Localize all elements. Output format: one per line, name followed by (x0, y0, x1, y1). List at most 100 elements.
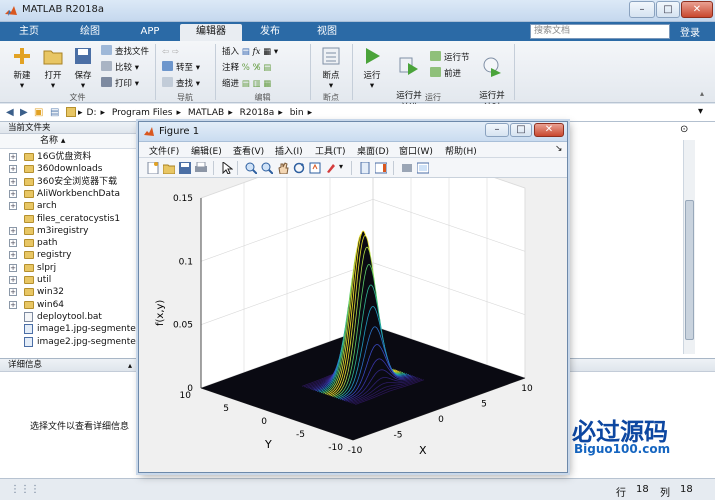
expand-icon[interactable]: + (9, 189, 17, 198)
print-button[interactable]: 打印 ▾ (101, 77, 139, 91)
menu-desktop[interactable]: 桌面(D) (357, 144, 389, 157)
menu-edit[interactable]: 编辑(E) (191, 144, 222, 157)
scrollbar[interactable] (683, 140, 695, 354)
plot-area[interactable]: 0 0.05 0.1 0.15 -10 -5 0 5 10 -10 -5 0 5 10 f(x,y) X … (139, 135, 567, 472)
colorbar-icon[interactable] (375, 162, 387, 174)
new-figure-icon[interactable] (147, 162, 159, 174)
zoom-out-icon[interactable] (261, 162, 273, 174)
list-item[interactable]: +360downloads (0, 163, 140, 175)
list-item[interactable]: + slprj (0, 262, 140, 274)
goto-button[interactable]: 转至 ▾ (162, 61, 200, 75)
fx-icon[interactable]: fx (252, 47, 260, 57)
menu-file[interactable]: 文件(F) (149, 144, 179, 157)
data-cursor-icon[interactable] (309, 162, 321, 174)
list-item[interactable]: + win64 (0, 299, 140, 311)
expand-icon[interactable]: + (9, 300, 17, 309)
pointer-icon[interactable] (221, 162, 233, 174)
search-input[interactable]: 搜索文档 (530, 24, 670, 39)
tab-apps[interactable]: APP (130, 24, 170, 41)
figure-close-button[interactable]: ✕ (534, 123, 564, 137)
print-figure-icon[interactable] (195, 162, 207, 174)
menu-view[interactable]: 查看(V) (233, 144, 264, 157)
run-button[interactable]: 运行 ▾ (356, 45, 388, 91)
brush-icon[interactable] (325, 162, 337, 174)
tab-view[interactable]: 视图 (306, 24, 348, 41)
expand-icon[interactable]: + (9, 226, 17, 235)
insert-more-icon[interactable]: ▦ ▾ (263, 47, 278, 57)
details-collapse-icon[interactable]: ▴ (128, 361, 132, 370)
rotate-3d-icon[interactable] (293, 162, 305, 174)
path-bin[interactable]: bin (290, 108, 304, 118)
path-dropdown-icon[interactable]: ▾ (698, 106, 703, 117)
insert-button[interactable]: 插入 ▤ fx ▦ ▾ (222, 45, 278, 59)
scrollbar-thumb[interactable] (685, 200, 694, 340)
expand-icon[interactable]: + (9, 239, 17, 248)
list-item[interactable]: + arch (0, 200, 140, 212)
list-item[interactable]: files_ceratocystis1 (0, 213, 140, 225)
up-folder-icon[interactable]: ▣ (34, 107, 43, 118)
back-icon[interactable]: ◀ (6, 107, 14, 118)
link-plot-icon[interactable] (359, 162, 371, 174)
run-section-button[interactable]: 运行节 (430, 51, 470, 65)
close-button[interactable]: ✕ (681, 1, 713, 18)
list-item[interactable]: + m3iregistry (0, 225, 140, 237)
list-item[interactable]: + win32 (0, 286, 140, 298)
tab-plots[interactable]: 绘图 (70, 24, 110, 41)
compare-button[interactable]: 比较 ▾ (101, 61, 139, 75)
comment-button[interactable]: 注释 % %̸ ▤ (222, 61, 271, 75)
surface-plot[interactable]: 00.050.10.15-10-50510-10-50510 f(x,y) X … (139, 135, 567, 472)
menu-insert[interactable]: 插入(I) (275, 144, 303, 157)
menu-window[interactable]: 窗口(W) (399, 144, 433, 157)
find-files-button[interactable]: 查找文件 (101, 45, 149, 59)
tab-publish[interactable]: 发布 (250, 24, 290, 41)
panel-menu-icon[interactable]: ⊙ (680, 124, 688, 135)
path-matlab[interactable]: MATLAB (188, 108, 224, 118)
tab-home[interactable]: 主页 (10, 24, 48, 41)
path-program-files[interactable]: Program Files (112, 108, 173, 118)
legend-icon[interactable] (401, 162, 413, 174)
menu-dock-icon[interactable]: ↘ (555, 144, 563, 154)
advance-button[interactable]: 前进 (430, 67, 461, 81)
forward-icon[interactable]: ▶ (20, 107, 28, 118)
browse-folder-icon[interactable]: ▤ (50, 107, 59, 118)
path-drive[interactable]: D: (87, 108, 97, 118)
path-breadcrumb[interactable]: ▸ D: ▸ Program Files ▸ MATLAB ▸ R2018a ▸ bin ▸ (78, 106, 713, 120)
login-button[interactable]: 登录 (680, 24, 700, 39)
menu-help[interactable]: 帮助(H) (445, 144, 477, 157)
list-item[interactable]: +16G优盘资料 (0, 151, 140, 163)
maximize-button[interactable]: □ (656, 1, 680, 18)
minimize-button[interactable]: – (629, 1, 655, 18)
collapse-ribbon-icon[interactable]: ▴ (700, 89, 704, 98)
figure-maximize-button[interactable]: □ (510, 123, 532, 137)
property-editor-icon[interactable] (417, 162, 429, 174)
list-item[interactable]: + AliWorkbenchData (0, 188, 140, 200)
list-item[interactable]: + path (0, 237, 140, 249)
list-item[interactable]: image1.jpg-segmente... (0, 323, 144, 335)
expand-icon[interactable]: + (9, 263, 17, 272)
expand-icon[interactable]: + (9, 288, 17, 297)
expand-icon[interactable]: + (9, 202, 17, 211)
save-button[interactable]: 保存 ▾ (68, 45, 98, 91)
brush-dropdown-icon[interactable]: ▾ (339, 162, 343, 171)
list-item[interactable]: deploytool.bat (0, 311, 140, 323)
pan-hand-icon[interactable] (277, 162, 289, 174)
list-item[interactable]: +360安全浏览器下载 (0, 176, 140, 188)
expand-icon[interactable]: + (9, 177, 17, 186)
indent-button[interactable]: 缩进 ▤ ▥ ▦ (222, 77, 271, 91)
zoom-in-icon[interactable] (245, 162, 257, 174)
expand-icon[interactable]: + (9, 153, 17, 161)
save-figure-icon[interactable] (179, 162, 191, 174)
figure-minimize-button[interactable]: – (485, 123, 509, 137)
list-item[interactable]: + registry (0, 249, 140, 261)
new-button[interactable]: 新建 ▾ (6, 45, 38, 91)
search-icon[interactable]: ⌕ (656, 25, 661, 35)
breakpoints-button[interactable]: 断点 ▾ (314, 45, 348, 91)
path-r2018a[interactable]: R2018a (240, 108, 275, 118)
expand-icon[interactable]: + (9, 276, 17, 284)
tab-editor[interactable]: 编辑器 (180, 24, 242, 41)
find-button[interactable]: 查找 ▾ (162, 77, 200, 91)
open-file-icon[interactable] (163, 162, 175, 174)
figure-window[interactable]: Figure 1 – □ ✕ 文件(F) 编辑(E) 查看(V) 插入(I) 工… (138, 121, 568, 473)
expand-icon[interactable]: + (9, 251, 17, 260)
open-button[interactable]: 打开 ▾ (38, 45, 68, 91)
